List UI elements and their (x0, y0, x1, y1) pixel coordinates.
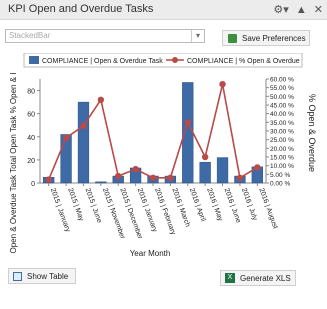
chart-type-value: StackedBar (9, 31, 51, 40)
save-icon (228, 34, 237, 43)
y2-tick-label: 10.00 % (270, 163, 294, 170)
bar (77, 101, 90, 184)
legend-line-label: COMPLIANCE | % Open & Overdue (187, 58, 300, 65)
x-axis-title: Year Month (130, 249, 171, 258)
line-point (219, 81, 226, 88)
save-preferences-label: Save Preferences (242, 34, 306, 43)
line-point (184, 119, 191, 126)
plot-area: 0 20 40 60 80 0.00 % 5.00 % 10.00 %15.00 % 20.00… (27, 77, 294, 241)
bar (199, 161, 211, 184)
widget-titlebar: KPI Open and Overdue Tasks ⚙▾ ▲ ✕ (0, 0, 327, 20)
y2-axis-title: % Open & Overdue (307, 94, 317, 172)
legend-bar-label: COMPLIANCE | Open & Overdue Task (42, 58, 163, 65)
x-tick-label: 2016 | June (223, 187, 242, 224)
show-table-button[interactable]: Show Table (8, 268, 76, 284)
caret-up-icon[interactable]: ▲ (296, 4, 307, 16)
table-icon (13, 272, 22, 281)
y2-tick-label: 25.00 % (270, 137, 294, 144)
y2-tick-label: 50.00 % (270, 94, 294, 101)
y2-tick-label: 60.00 % (270, 77, 294, 84)
gear-icon[interactable]: ⚙▾ (273, 4, 288, 16)
show-table-label: Show Table (27, 272, 69, 281)
chevron-down-icon[interactable]: ▾ (191, 30, 204, 42)
x-tick-label: 2016 | August (257, 187, 278, 230)
line-point (45, 176, 52, 183)
line-point (167, 174, 174, 181)
y2-tick-label: 45.00 % (270, 103, 294, 110)
line-point (115, 172, 122, 180)
y2-tick-label: 15.00 % (270, 155, 294, 162)
y-tick-label: 80 (27, 89, 35, 96)
chart: COMPLIANCE | Open & Overdue Task COMPLIA… (9, 53, 317, 258)
line-point (236, 174, 244, 181)
y2-tick-label: 55.00 % (270, 85, 294, 92)
y2-tick-label: 5.00 % (270, 172, 290, 179)
x-tick-label: 2015 | June (84, 187, 103, 224)
x-tick-label: 2015 | May (66, 187, 85, 222)
titlebar-icons: ⚙▾ ▲ ✕ (269, 3, 323, 16)
line-point (62, 134, 70, 142)
y2-tick-label: 30.00 % (270, 129, 294, 136)
x-tick-label: 2016 | May (205, 187, 224, 222)
line-point (254, 164, 261, 171)
bar (216, 157, 229, 184)
save-preferences-button[interactable]: Save Preferences (222, 30, 310, 46)
x-tick-label: 2016 | March (171, 187, 192, 228)
y2-tick-label: 0.00 % (270, 181, 290, 188)
y-tick-label: 40 (27, 135, 35, 142)
x-tick-label: 2016 | April (188, 187, 207, 223)
line-point (80, 122, 87, 129)
line-point (201, 153, 209, 161)
y-tick-label: 0 (31, 181, 35, 188)
line-point (132, 165, 139, 173)
y-tick-label: 20 (27, 158, 35, 165)
generate-xls-label: Generate XLS (240, 274, 291, 283)
bar (60, 134, 72, 184)
line-point (97, 96, 105, 103)
legend-line-marker (172, 57, 178, 63)
y2-tick-label: 20.00 % (270, 146, 294, 153)
legend-bar-swatch (29, 56, 39, 64)
chart-type-select[interactable]: StackedBar ▾ (5, 29, 205, 43)
widget-title: KPI Open and Overdue Tasks (8, 3, 154, 15)
line-point (149, 174, 157, 181)
close-icon[interactable]: ✕ (314, 4, 323, 16)
x-tick-label: 2016 | July (240, 187, 258, 222)
y2-tick-label: 35.00 % (270, 120, 294, 127)
generate-xls-button[interactable]: X Generate XLS (220, 270, 296, 286)
y2-tick-label: 40.00 % (270, 111, 294, 118)
y-tick-label: 60 (27, 112, 35, 119)
y-axis-title: Open & Overdue Task Total Open Task % Op… (9, 73, 18, 254)
excel-icon: X (225, 273, 235, 283)
bar (95, 181, 107, 184)
